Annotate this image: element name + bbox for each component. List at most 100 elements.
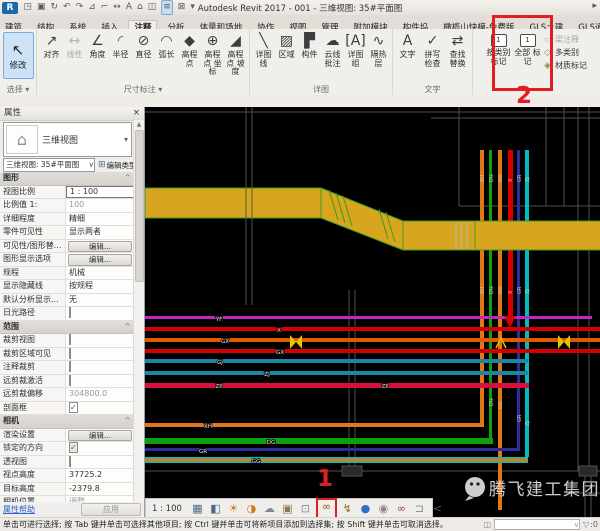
detail-level-icon[interactable]: ▦ bbox=[190, 501, 205, 516]
worksharing-display-icon[interactable]: ● bbox=[358, 501, 373, 516]
shadows-icon[interactable]: ◑ bbox=[244, 501, 259, 516]
dimension-tool-button[interactable]: ⊕ 高程点 坐标 bbox=[201, 31, 224, 77]
view-instance-combo[interactable]: 三维视图: 35#平面图 ∨ bbox=[3, 158, 95, 172]
dimension-tool-button[interactable]: ◜ 半径 bbox=[109, 31, 132, 60]
thin-lines-icon[interactable]: ≡ bbox=[161, 0, 173, 15]
ribbon-tab[interactable]: 体量和场地 bbox=[195, 21, 248, 29]
ribbon-tab[interactable]: 系统 bbox=[64, 21, 91, 29]
undo-icon[interactable]: ↶ bbox=[63, 1, 71, 14]
checkbox[interactable] bbox=[69, 375, 71, 386]
dimension-tool-button[interactable]: ⊘ 直径 bbox=[132, 31, 155, 60]
worksharing-icon[interactable]: ◫ bbox=[483, 520, 491, 529]
horizontal-pipes[interactable] bbox=[145, 316, 600, 463]
dimension-icon[interactable]: ↔ bbox=[113, 1, 121, 14]
text-tool-button[interactable]: ✓ 拼写 检查 bbox=[420, 31, 445, 68]
reveal-hidden-elements-icon[interactable]: ↯ bbox=[340, 501, 355, 516]
tag-small-tool-button[interactable]: ▭ 梁注释 bbox=[544, 33, 587, 46]
tag-tool-button[interactable]: 1 全部 标记 bbox=[513, 31, 542, 66]
detail-tool-button[interactable]: [A] 详图 组 bbox=[344, 31, 367, 68]
tag-tool-button[interactable]: 1 按类别 标记 bbox=[484, 31, 513, 66]
properties-help-link[interactable]: 属性帮助 bbox=[3, 504, 35, 515]
detail-tool-button[interactable]: ∿ 隔热层 bbox=[367, 31, 390, 68]
dimension-tool-button[interactable]: ∠ 角度 bbox=[86, 31, 109, 60]
text-tool-button[interactable]: A 文字 bbox=[395, 31, 420, 60]
checkbox[interactable] bbox=[69, 307, 71, 318]
collapse-icon[interactable]: < bbox=[430, 501, 445, 516]
constraints-icon[interactable]: ⊐ bbox=[412, 501, 427, 516]
open-icon[interactable]: ◳ bbox=[24, 1, 33, 14]
default-3d-view-icon[interactable]: ⌂ bbox=[137, 1, 143, 14]
text-icon[interactable]: A bbox=[126, 1, 132, 14]
dimension-tool-button[interactable]: ◢ 高程点 坡度 bbox=[224, 31, 247, 77]
ribbon-tab[interactable]: GLS通用 bbox=[573, 21, 600, 29]
save-icon[interactable]: ▣ bbox=[37, 1, 46, 14]
ribbon-tab[interactable]: 附加模块 bbox=[349, 21, 393, 29]
scroll-up-arrow[interactable]: ▲ bbox=[134, 120, 144, 129]
dimension-tool-button[interactable]: ◆ 高程点 bbox=[178, 31, 201, 68]
ribbon-tab[interactable]: 注释 bbox=[128, 20, 157, 29]
measure-icon[interactable]: ⌐ bbox=[101, 1, 109, 14]
section-extents[interactable]: 范围^ bbox=[0, 321, 134, 335]
edit-type-button[interactable]: ⊞ 编辑类型 bbox=[98, 160, 137, 171]
visual-style-icon[interactable]: ◧ bbox=[208, 501, 223, 516]
ribbon-tab[interactable]: 管理 bbox=[316, 21, 343, 29]
selection-filter[interactable]: ▽ :0 bbox=[583, 520, 598, 529]
text-tool-button[interactable]: ⇄ 查找 替换 bbox=[445, 31, 470, 68]
temporary-hide-isolate-icon[interactable]: ∞ bbox=[316, 498, 337, 519]
edit-button[interactable]: 编辑... bbox=[68, 430, 132, 442]
type-selector[interactable]: ⌂ 三维视图 ▾ bbox=[3, 122, 132, 157]
modify-button[interactable]: ↖ 修改 bbox=[3, 32, 34, 79]
displacement-icon[interactable]: ◉ bbox=[376, 501, 391, 516]
ribbon-tab[interactable]: 橄榄山快模-免费版 bbox=[438, 21, 519, 29]
ribbon-tab[interactable]: 建筑 bbox=[0, 21, 27, 29]
chevron-down-icon[interactable]: ▾ bbox=[124, 135, 128, 144]
checkbox[interactable] bbox=[69, 334, 71, 345]
close-hidden-windows-icon[interactable]: ⊠ bbox=[178, 1, 186, 14]
detail-tool-button[interactable]: ╲ 详图 线 bbox=[252, 31, 275, 68]
dimension-tool-button[interactable]: ↗ 对齐 bbox=[40, 31, 63, 60]
close-icon[interactable]: × bbox=[133, 107, 140, 120]
selection-glasses-icon[interactable]: ∞ bbox=[394, 501, 409, 516]
redo-icon[interactable]: ↷ bbox=[76, 1, 84, 14]
checkbox[interactable] bbox=[69, 348, 71, 359]
ribbon-tab[interactable]: 构件坞 bbox=[398, 21, 434, 29]
duct[interactable] bbox=[145, 188, 600, 250]
design-option-combo[interactable]: ∨ bbox=[494, 519, 580, 530]
edit-button[interactable]: 编辑... bbox=[68, 241, 132, 253]
sun-path-icon[interactable]: ☀ bbox=[226, 501, 241, 516]
ribbon-tab[interactable]: 结构 bbox=[32, 21, 59, 29]
crop-region-visibility-icon[interactable]: ⊡ bbox=[298, 501, 313, 516]
checkbox[interactable] bbox=[69, 402, 78, 413]
ribbon-tab[interactable]: 视图 bbox=[284, 21, 311, 29]
view-scale-value[interactable]: 1 : 100 bbox=[66, 186, 134, 199]
edit-button[interactable]: 编辑... bbox=[68, 254, 132, 266]
detail-panel-label[interactable]: 详图 bbox=[250, 84, 392, 95]
section-graphics[interactable]: 图形^ bbox=[0, 172, 134, 186]
text-panel-label[interactable]: 文字 bbox=[393, 84, 472, 95]
dimension-tool-button[interactable]: ↔ 线性 bbox=[63, 31, 86, 60]
dimension-tool-button[interactable]: ◠ 弧长 bbox=[155, 31, 178, 60]
tag-small-tool-button[interactable]: ◇ 多类别 bbox=[544, 46, 587, 59]
scrollbar-thumb[interactable] bbox=[135, 130, 144, 282]
detail-tool-button[interactable]: ☁ 云线 批注 bbox=[321, 31, 344, 68]
crop-view-icon[interactable]: ▣ bbox=[280, 501, 295, 516]
checkbox[interactable] bbox=[69, 361, 71, 372]
ribbon-tab[interactable]: GLS土建 bbox=[524, 21, 568, 29]
drawing-area[interactable]: XH DG GG X GR ZJ XH DG GG X GR ZJ DG GG … bbox=[144, 107, 600, 517]
select-panel-label[interactable]: 选择 ▾ bbox=[0, 84, 36, 95]
detail-tool-button[interactable]: ▛ 构件 bbox=[298, 31, 321, 60]
rendering-icon[interactable]: ☁ bbox=[262, 501, 277, 516]
ribbon-tab[interactable]: 协作 bbox=[252, 21, 279, 29]
section-camera[interactable]: 相机^ bbox=[0, 415, 134, 429]
revit-logo[interactable]: R bbox=[2, 2, 18, 14]
sync-icon[interactable]: ↻ bbox=[51, 1, 59, 14]
qat-customize-icon[interactable]: ▾ bbox=[190, 1, 195, 14]
titlebar-overflow-arrow[interactable]: ▸ bbox=[592, 1, 597, 11]
tag-small-tool-button[interactable]: ◈ 材质标记 bbox=[544, 59, 587, 72]
detail-tool-button[interactable]: ▨ 区域 bbox=[275, 31, 298, 60]
section-icon[interactable]: ◫ bbox=[148, 1, 157, 14]
ribbon-tab[interactable]: 插入 bbox=[96, 21, 123, 29]
dimension-panel-label[interactable]: 尺寸标注 ▾ bbox=[37, 84, 249, 95]
print-icon[interactable]: ⊿ bbox=[88, 1, 96, 14]
view-scale-control[interactable]: 1 : 100 bbox=[152, 504, 182, 514]
